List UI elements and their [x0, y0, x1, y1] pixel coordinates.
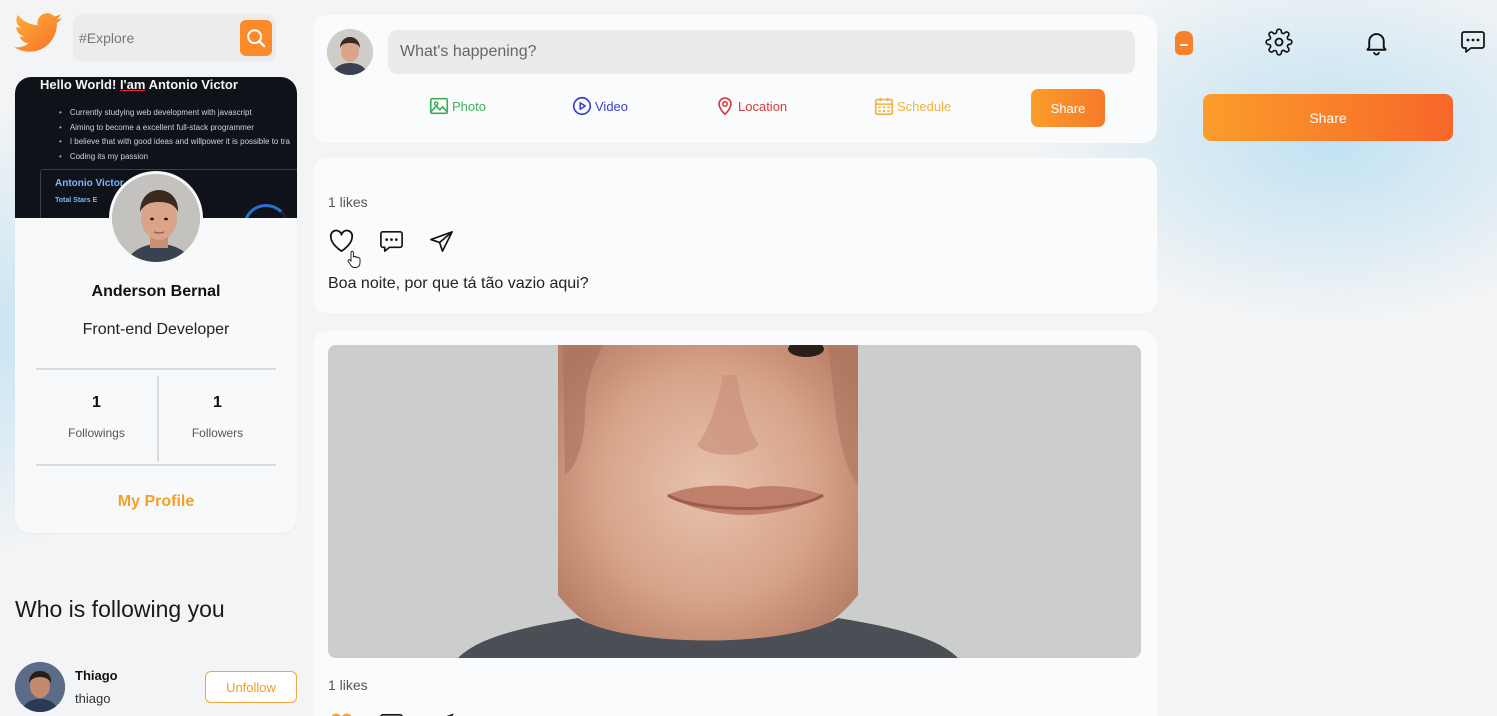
cover-list-item: Coding its my passion: [59, 150, 290, 165]
post-composer: Photo Video Location Schedule Share: [313, 15, 1157, 143]
post-actions: [328, 711, 455, 716]
follower-handle: thiago: [75, 691, 111, 706]
calendar-icon: [874, 97, 894, 116]
unfollow-button[interactable]: Unfollow: [205, 671, 297, 703]
search-button[interactable]: [240, 20, 272, 56]
profile-avatar[interactable]: [109, 171, 203, 265]
share-send-icon[interactable]: [428, 711, 455, 716]
post-card: 1 likes: [313, 331, 1157, 716]
cursor-hand-icon: [347, 250, 361, 268]
cover-list: Currently studying web development with …: [59, 106, 290, 164]
settings-gear-icon[interactable]: [1265, 28, 1295, 58]
follower-name: Thiago: [75, 668, 118, 683]
profile-badge-icon[interactable]: [1169, 28, 1199, 58]
messages-icon[interactable]: [1459, 28, 1489, 58]
my-profile-link[interactable]: My Profile: [15, 493, 297, 511]
location-option[interactable]: Location: [714, 95, 787, 117]
followers-label: Followers: [191, 426, 244, 440]
search-input[interactable]: [79, 28, 229, 48]
cover-list-item: Aiming to become a excellent full-stack …: [59, 121, 290, 136]
cover-stats-ring: [243, 204, 289, 218]
photo-icon: [429, 97, 449, 115]
cover-list-item: Currently studying web development with …: [59, 106, 290, 121]
composer-share-button[interactable]: Share: [1031, 89, 1105, 127]
location-label: Location: [738, 98, 788, 114]
photo-option[interactable]: Photo: [428, 95, 486, 117]
cover-stats-row: Total Stars E: [55, 197, 98, 204]
whats-happening-input[interactable]: [388, 30, 1135, 74]
followings-stat[interactable]: 1 Followings: [36, 370, 157, 440]
who-following-title: Who is following you: [15, 596, 225, 622]
comment-icon[interactable]: [378, 711, 405, 716]
followers-stat[interactable]: 1 Followers: [157, 370, 278, 440]
search-icon: [247, 29, 266, 48]
heart-filled-icon[interactable]: [328, 711, 355, 716]
post-likes: 1 likes: [328, 677, 368, 693]
profile-card: Hello World! I'am Antonio Victor Current…: [15, 77, 297, 533]
post-image[interactable]: [328, 345, 1141, 658]
cover-list-item: I believe that with good ideas and willp…: [59, 135, 290, 150]
comment-icon[interactable]: [378, 228, 405, 255]
twitter-logo-icon[interactable]: [14, 12, 64, 56]
schedule-label: Schedule: [897, 98, 952, 114]
post-likes: 1 likes: [328, 194, 368, 210]
composer-avatar[interactable]: [327, 29, 373, 75]
sidebar-share-button[interactable]: Share: [1203, 94, 1453, 141]
search-bar: [73, 14, 276, 62]
profile-name: Anderson Bernal: [91, 283, 221, 300]
notification-bell-icon[interactable]: [1362, 28, 1392, 58]
follower-avatar[interactable]: [15, 662, 65, 712]
photo-label: Photo: [452, 98, 486, 114]
cover-title: Hello World! I'am Antonio Victor: [40, 77, 238, 92]
video-label: Video: [595, 98, 629, 114]
post-card: 1 likes Boa noite, por que tá tão vazio …: [313, 158, 1157, 313]
schedule-option[interactable]: Schedule: [873, 95, 951, 117]
video-option[interactable]: Video: [571, 95, 628, 117]
cover-stats-name: Antonio Victor: [55, 178, 124, 189]
followings-label: Followings: [68, 426, 125, 440]
followers-count: 1: [213, 394, 222, 411]
profile-role: Front-end Developer: [82, 321, 230, 338]
profile-stats: 1 Followings 1 Followers: [36, 368, 276, 466]
post-text: Boa noite, por que tá tão vazio aqui?: [328, 275, 589, 292]
share-send-icon[interactable]: [428, 228, 455, 255]
followings-count: 1: [92, 394, 101, 411]
location-pin-icon: [718, 97, 732, 116]
video-play-icon: [572, 96, 592, 116]
